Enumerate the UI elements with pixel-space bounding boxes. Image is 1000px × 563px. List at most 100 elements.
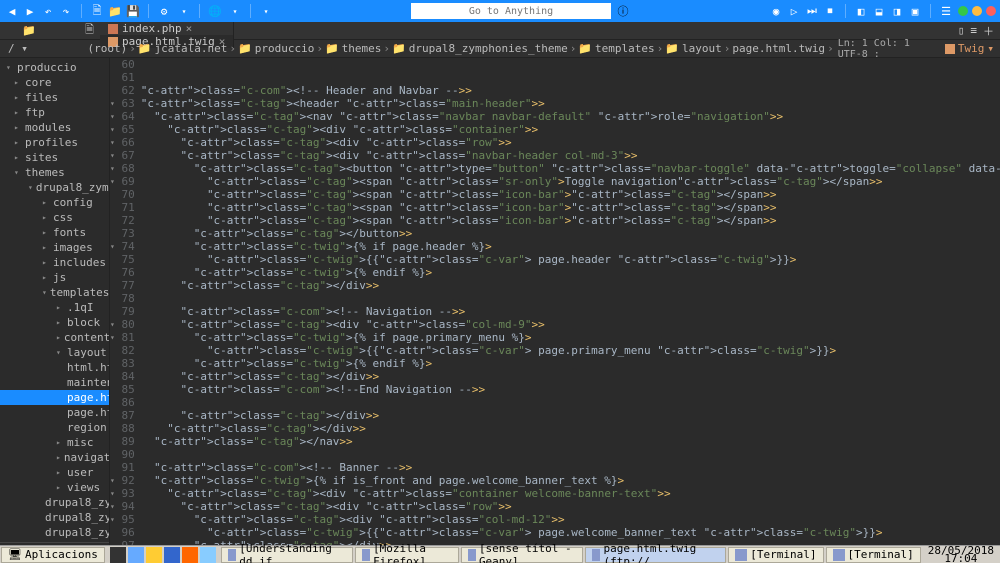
taskbar-task[interactable]: [sense títol - Geany] <box>461 547 584 563</box>
tab-list-icon[interactable]: ≡ <box>970 24 977 37</box>
code-line[interactable] <box>141 71 1000 84</box>
undo-icon[interactable]: ↶ <box>40 3 56 19</box>
code-line[interactable]: "c-attr">class="c-tag"><div "c-attr">cla… <box>141 136 1000 149</box>
code-line[interactable]: "c-attr">class="c-tag"></button>> <box>141 227 1000 240</box>
code-line[interactable]: "c-attr">class="c-tag"></nav>> <box>141 435 1000 448</box>
tree-folder[interactable]: ▸includes <box>0 255 109 270</box>
code-editor[interactable]: ▾▾▾▾▾▾▾▾▾▾▾▾▾▾▾▾▾▾ 606162636465666768697… <box>110 58 1000 545</box>
tree-folder[interactable]: ▸core <box>0 75 109 90</box>
menu-icon[interactable]: ☰ <box>938 3 954 19</box>
chevron-down-icon[interactable]: ▾ <box>176 3 192 19</box>
run-icon[interactable]: ⚙ <box>156 3 172 19</box>
code-line[interactable]: "c-attr">class="c-tag"><span "c-attr">cl… <box>141 175 1000 188</box>
tree-folder[interactable]: ▸ftp <box>0 105 109 120</box>
breadcrumb-segment[interactable]: 📁templates <box>578 42 654 55</box>
tree-folder[interactable]: ▸files <box>0 90 109 105</box>
open-file-icon[interactable]: 📁 <box>107 3 123 19</box>
step-icon[interactable]: ⏭ <box>804 3 820 19</box>
code-line[interactable]: "c-attr">class="c-tag"><span "c-attr">cl… <box>141 201 1000 214</box>
play-icon[interactable]: ▷ <box>786 3 802 19</box>
code-line[interactable]: "c-attr">class="c-twig">{% endif %}> <box>141 266 1000 279</box>
redo-icon[interactable]: ↷ <box>58 3 74 19</box>
tree-folder[interactable]: ▸navigation <box>0 450 109 465</box>
tree-folder[interactable]: ▸fonts <box>0 225 109 240</box>
panel-full-icon[interactable]: ▣ <box>907 3 923 19</box>
save-icon[interactable]: 💾 <box>125 3 141 19</box>
tree-folder[interactable]: ▸content <box>0 330 109 345</box>
breadcrumb-segment[interactable]: 📁produccio <box>238 42 314 55</box>
tree-folder[interactable]: ▸block <box>0 315 109 330</box>
code-line[interactable]: "c-attr">class="c-tag"><div "c-attr">cla… <box>141 513 1000 526</box>
code-line[interactable]: "c-attr">class="c-tag"><div "c-attr">cla… <box>141 487 1000 500</box>
komodo-icon[interactable] <box>200 547 216 563</box>
tree-folder[interactable]: ▸views <box>0 480 109 495</box>
tree-folder[interactable]: ▸modules <box>0 120 109 135</box>
files-icon[interactable] <box>128 547 144 563</box>
breadcrumb-segment[interactable]: 📁drupal8_zymphonies_theme <box>392 42 568 55</box>
nav-fwd-icon[interactable]: ▶ <box>22 3 38 19</box>
code-line[interactable]: "c-attr">class="c-com"><!-- Banner -->> <box>141 461 1000 474</box>
code-line[interactable]: "c-attr">class="c-tag"></div>> <box>141 279 1000 292</box>
code-line[interactable]: "c-attr">class="c-twig">{{"c-attr">class… <box>141 526 1000 539</box>
folder-icon[interactable]: 📁 <box>22 24 36 37</box>
tree-folder[interactable]: ▸user <box>0 465 109 480</box>
tree-file[interactable]: page.ht... <box>0 390 109 405</box>
add-tab-icon[interactable]: ＋ <box>983 23 994 39</box>
thunderbird-icon[interactable] <box>164 547 180 563</box>
globe-icon[interactable]: 🌐 <box>207 3 223 19</box>
breadcrumb-segment[interactable]: 📁themes <box>325 42 381 55</box>
code-line[interactable]: "c-attr">class="c-twig">{% endif %}> <box>141 357 1000 370</box>
file-icon[interactable]: 🗎 <box>85 21 94 40</box>
code-line[interactable]: "c-attr">class="c-tag"><div "c-attr">cla… <box>141 123 1000 136</box>
code-line[interactable]: "c-attr">class="c-tag"><span "c-attr">cl… <box>141 214 1000 227</box>
tree-folder[interactable]: ▾themes <box>0 165 109 180</box>
tree-file[interactable]: drupal8_zymp... <box>0 495 109 510</box>
taskbar-task[interactable]: [Terminal] <box>826 547 921 563</box>
code-line[interactable]: "c-attr">class="c-com"><!-- Navigation -… <box>141 305 1000 318</box>
tree-folder[interactable]: ▸sites <box>0 150 109 165</box>
tree-file[interactable]: region.h... <box>0 420 109 435</box>
tree-folder[interactable]: ▾drupal8_zympho <box>0 180 109 195</box>
firefox-icon[interactable] <box>182 547 198 563</box>
chevron-down-icon[interactable]: ▾ <box>227 3 243 19</box>
tree-file[interactable]: page.ht... <box>0 405 109 420</box>
code-line[interactable] <box>141 292 1000 305</box>
new-file-icon[interactable]: 🗎 <box>89 3 105 19</box>
tree-folder[interactable]: ▾templates <box>0 285 109 300</box>
code-line[interactable]: "c-attr">class="c-twig">{% if is_front a… <box>141 474 1000 487</box>
code-line[interactable]: "c-attr">class="c-com"><!-- Header and N… <box>141 84 1000 97</box>
code-line[interactable]: "c-attr">class="c-twig">{{"c-attr">class… <box>141 344 1000 357</box>
tree-file[interactable]: drupal8_zymp... <box>0 525 109 540</box>
code-line[interactable]: "c-attr">class="c-tag"><header "c-attr">… <box>141 97 1000 110</box>
tree-folder[interactable]: ▸profiles <box>0 135 109 150</box>
terminal-icon[interactable] <box>110 547 126 563</box>
panel-bottom-icon[interactable]: ⬓ <box>871 3 887 19</box>
minimize-icon[interactable] <box>958 6 968 16</box>
code-line[interactable]: "c-attr">class="c-tag"></div>> <box>141 422 1000 435</box>
panel-left-icon[interactable]: ◧ <box>853 3 869 19</box>
language-selector[interactable]: Twig ▾ <box>945 42 994 55</box>
start-menu-button[interactable]: 🖥 Aplicacions <box>1 547 105 563</box>
info-icon[interactable]: ⓘ <box>615 3 631 19</box>
breadcrumb-segment[interactable]: 📁jcatala.net <box>138 42 228 55</box>
code-line[interactable]: "c-attr">class="c-twig">{{"c-attr">class… <box>141 253 1000 266</box>
goto-anything-search[interactable] <box>411 3 611 19</box>
breadcrumb-segment[interactable]: 📁layout <box>665 42 721 55</box>
tree-file[interactable]: mainten... <box>0 375 109 390</box>
editor-tab[interactable]: index.php× <box>100 22 234 35</box>
taskbar-task[interactable]: [Understanding dd if... <box>221 547 353 563</box>
code-line[interactable]: "c-attr">class="c-tag"><span "c-attr">cl… <box>141 188 1000 201</box>
tree-folder[interactable]: ▸js <box>0 270 109 285</box>
code-line[interactable] <box>141 396 1000 409</box>
code-line[interactable] <box>141 58 1000 71</box>
tree-folder[interactable]: ▸images <box>0 240 109 255</box>
code-line[interactable]: "c-attr">class="c-twig">{% if page.heade… <box>141 240 1000 253</box>
taskbar-task[interactable]: [Mozilla Firefox] <box>355 547 459 563</box>
code-line[interactable]: "c-attr">class="c-twig">{% if page.prima… <box>141 331 1000 344</box>
stop-icon[interactable]: ⏹ <box>822 3 838 19</box>
close-tab-icon[interactable]: × <box>186 22 193 35</box>
panel-right-icon[interactable]: ◨ <box>889 3 905 19</box>
search-input[interactable] <box>411 3 611 19</box>
code-line[interactable]: "c-attr">class="c-tag"></div>> <box>141 370 1000 383</box>
app-icon[interactable] <box>146 547 162 563</box>
